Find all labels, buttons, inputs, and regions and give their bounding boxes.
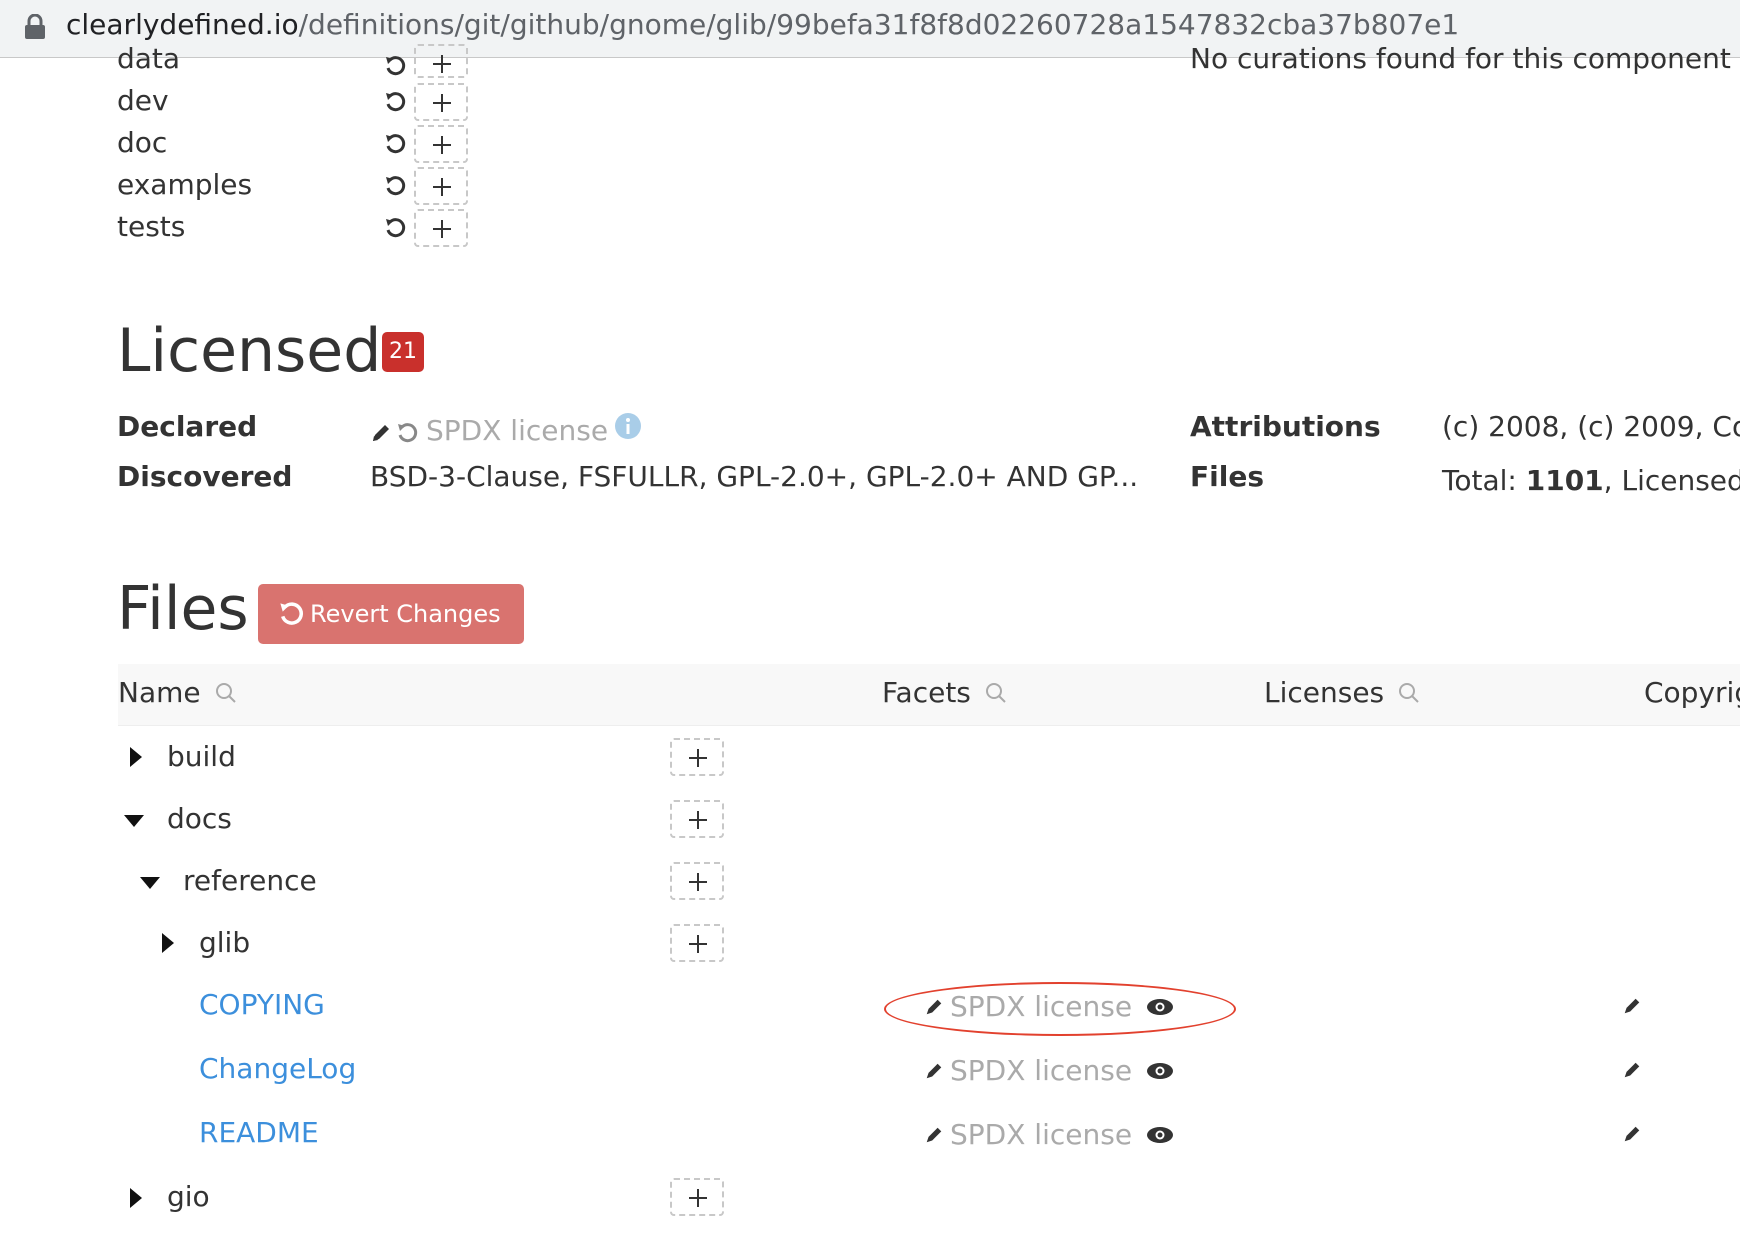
files-label: Files (1190, 460, 1264, 493)
undo-icon[interactable] (384, 217, 406, 239)
files-summary: Total: 1101, Licensed: 9 (1442, 464, 1740, 497)
add-facet-button[interactable] (414, 83, 468, 121)
pencil-icon[interactable] (370, 422, 392, 444)
attributions-label: Attributions (1190, 410, 1381, 443)
annotation-ellipse (884, 982, 1236, 1036)
files-title: Files (117, 574, 249, 644)
search-icon[interactable] (215, 682, 237, 704)
column-header-licenses-label: Licenses (1264, 676, 1385, 709)
licensed-title: Licensed (117, 316, 382, 386)
pencil-icon[interactable] (1622, 1124, 1642, 1144)
eye-icon[interactable] (1146, 1125, 1174, 1145)
url-path: /definitions/git/github/gnome/glib/99bef… (298, 8, 1460, 41)
file-license-value: SPDX license (950, 1054, 1133, 1087)
add-facet-button[interactable] (414, 167, 468, 205)
files-licensed-label: , Licensed: (1603, 464, 1740, 497)
tree-folder-label[interactable]: build (167, 740, 236, 773)
files-total-value: 1101 (1525, 464, 1604, 497)
column-header-facets-label: Facets (882, 676, 971, 709)
tree-folder-label[interactable]: gio (167, 1180, 210, 1213)
licensed-score-badge: 21 (382, 332, 424, 372)
add-facet-button[interactable] (670, 738, 724, 776)
file-link[interactable]: ChangeLog (199, 1052, 356, 1085)
revert-changes-button[interactable]: Revert Changes (258, 584, 524, 644)
discovered-label: Discovered (117, 460, 293, 493)
discovered-licenses: BSD-3-Clause, FSFULLR, GPL-2.0+, GPL-2.0… (370, 460, 1139, 493)
url-text[interactable]: clearlydefined.io/definitions/git/github… (66, 8, 1459, 42)
curations-note: No curations found for this component (1190, 42, 1731, 75)
eye-icon[interactable] (1146, 1061, 1174, 1081)
file-link[interactable]: README (199, 1116, 319, 1149)
file-link[interactable]: COPYING (199, 988, 325, 1021)
declared-license-field[interactable]: SPDX license (426, 414, 608, 447)
file-license-field[interactable]: SPDX license (924, 1118, 1174, 1151)
pencil-icon[interactable] (1622, 996, 1642, 1016)
column-header-name[interactable]: Name (118, 676, 237, 709)
undo-icon[interactable] (384, 55, 406, 77)
add-facet-button[interactable] (414, 125, 468, 163)
pencil-icon[interactable] (924, 1061, 944, 1081)
add-facet-button[interactable] (670, 800, 724, 838)
caret-down-icon[interactable] (124, 815, 144, 827)
column-header-copyrights[interactable]: Copyrig (1644, 676, 1740, 709)
file-license-field[interactable]: SPDX license (924, 1054, 1174, 1087)
column-header-licenses[interactable]: Licenses (1264, 676, 1420, 709)
info-icon[interactable] (614, 412, 642, 440)
tree-folder-label[interactable]: glib (199, 926, 250, 959)
facet-label-doc: doc (117, 126, 168, 159)
add-facet-button[interactable] (414, 209, 468, 247)
undo-icon[interactable] (384, 91, 406, 113)
facet-label-dev: dev (117, 84, 169, 117)
undo-icon[interactable] (396, 422, 418, 444)
tree-folder-label[interactable]: reference (183, 864, 317, 897)
files-table-header: Name Facets Licenses Copyrig (118, 664, 1740, 726)
search-icon[interactable] (985, 682, 1007, 704)
revert-changes-label: Revert Changes (310, 600, 501, 628)
add-facet-button[interactable] (670, 1178, 724, 1216)
add-facet-button[interactable] (670, 924, 724, 962)
caret-right-icon[interactable] (130, 1188, 142, 1208)
file-license-value: SPDX license (950, 1118, 1133, 1151)
add-facet-button[interactable] (414, 44, 468, 78)
search-icon[interactable] (1398, 682, 1420, 704)
column-header-name-label: Name (118, 676, 201, 709)
facet-label-examples: examples (117, 168, 253, 201)
caret-right-icon[interactable] (162, 933, 174, 953)
column-header-copyrights-label: Copyrig (1644, 676, 1740, 709)
pencil-icon[interactable] (1622, 1060, 1642, 1080)
undo-icon[interactable] (384, 175, 406, 197)
facet-label-data: data (117, 42, 181, 75)
lock-icon (25, 14, 45, 39)
facet-label-tests: tests (117, 210, 186, 243)
undo-icon (280, 602, 303, 625)
caret-down-icon[interactable] (140, 877, 160, 889)
add-facet-button[interactable] (670, 862, 724, 900)
declared-label: Declared (117, 410, 258, 443)
attributions-value: (c) 2008, (c) 2009, Cop (1442, 410, 1740, 443)
files-total-label: Total: (1442, 464, 1526, 497)
caret-right-icon[interactable] (130, 747, 142, 767)
column-header-facets[interactable]: Facets (882, 676, 1007, 709)
tree-folder-label[interactable]: docs (167, 802, 232, 835)
undo-icon[interactable] (384, 133, 406, 155)
url-host: clearlydefined.io (66, 8, 299, 41)
pencil-icon[interactable] (924, 1125, 944, 1145)
